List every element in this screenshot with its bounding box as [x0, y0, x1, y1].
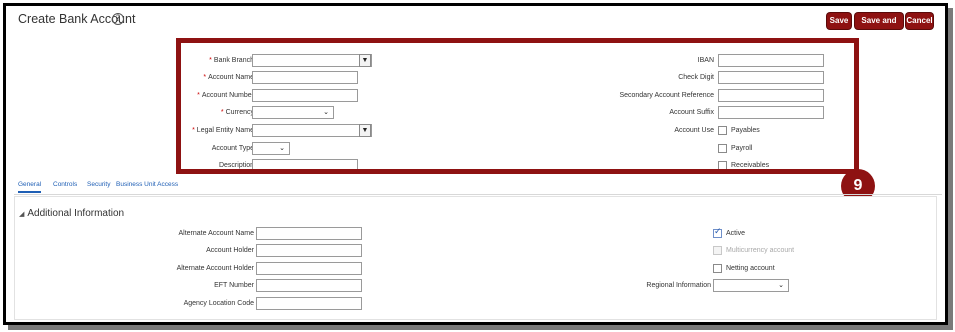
netting-account-checkbox[interactable] — [713, 264, 722, 273]
alternate-account-holder-input[interactable] — [256, 262, 362, 275]
account-holder-input[interactable] — [256, 244, 362, 257]
active-label: Active — [726, 230, 746, 237]
alternate-account-holder-label: Alternate Account Holder — [176, 265, 254, 272]
agency-location-code-input[interactable] — [256, 297, 362, 310]
save-button[interactable]: Save — [827, 13, 851, 29]
additional-information-header[interactable]: ◢ Additional Information — [19, 208, 124, 219]
tab-controls[interactable]: Controls — [53, 181, 77, 188]
frame-shadow-right — [948, 8, 953, 328]
save-and-close-button[interactable]: Save and Close — [855, 13, 903, 41]
multicurrency-account-label: Multicurrency account — [726, 247, 795, 254]
alternate-account-name-label: Alternate Account Name — [178, 230, 255, 237]
tab-divider — [14, 194, 942, 195]
tab-general[interactable]: General — [18, 181, 42, 193]
screenshot-frame: Create Bank Account ? Save Save and Clos… — [3, 3, 948, 325]
cancel-button[interactable]: Cancel — [906, 13, 933, 29]
multicurrency-account-checkbox — [713, 246, 722, 255]
regional-information-label: Regional Information — [646, 282, 711, 289]
eft-number-input[interactable] — [256, 279, 362, 292]
regional-information-select[interactable]: ⌄ — [713, 279, 789, 292]
account-holder-label: Account Holder — [206, 247, 254, 254]
tab-business-unit-access[interactable]: Business Unit Access — [116, 181, 178, 188]
eft-number-label: EFT Number — [214, 282, 254, 289]
active-checkbox[interactable] — [713, 227, 722, 238]
additional-information-panel — [14, 196, 937, 320]
alternate-account-name-input[interactable] — [256, 227, 362, 240]
frame-shadow-bottom — [8, 325, 953, 330]
agency-location-code-label: Agency Location Code — [183, 300, 254, 307]
netting-account-label: Netting account — [726, 265, 775, 272]
collapse-triangle-icon[interactable]: ◢ — [19, 211, 24, 218]
help-icon[interactable]: ? — [112, 13, 124, 25]
chevron-down-icon: ⌄ — [778, 282, 784, 289]
tab-security[interactable]: Security — [87, 181, 110, 188]
highlight-box — [176, 38, 859, 174]
page-header: Create Bank Account ? Save Save and Clos… — [6, 6, 945, 41]
